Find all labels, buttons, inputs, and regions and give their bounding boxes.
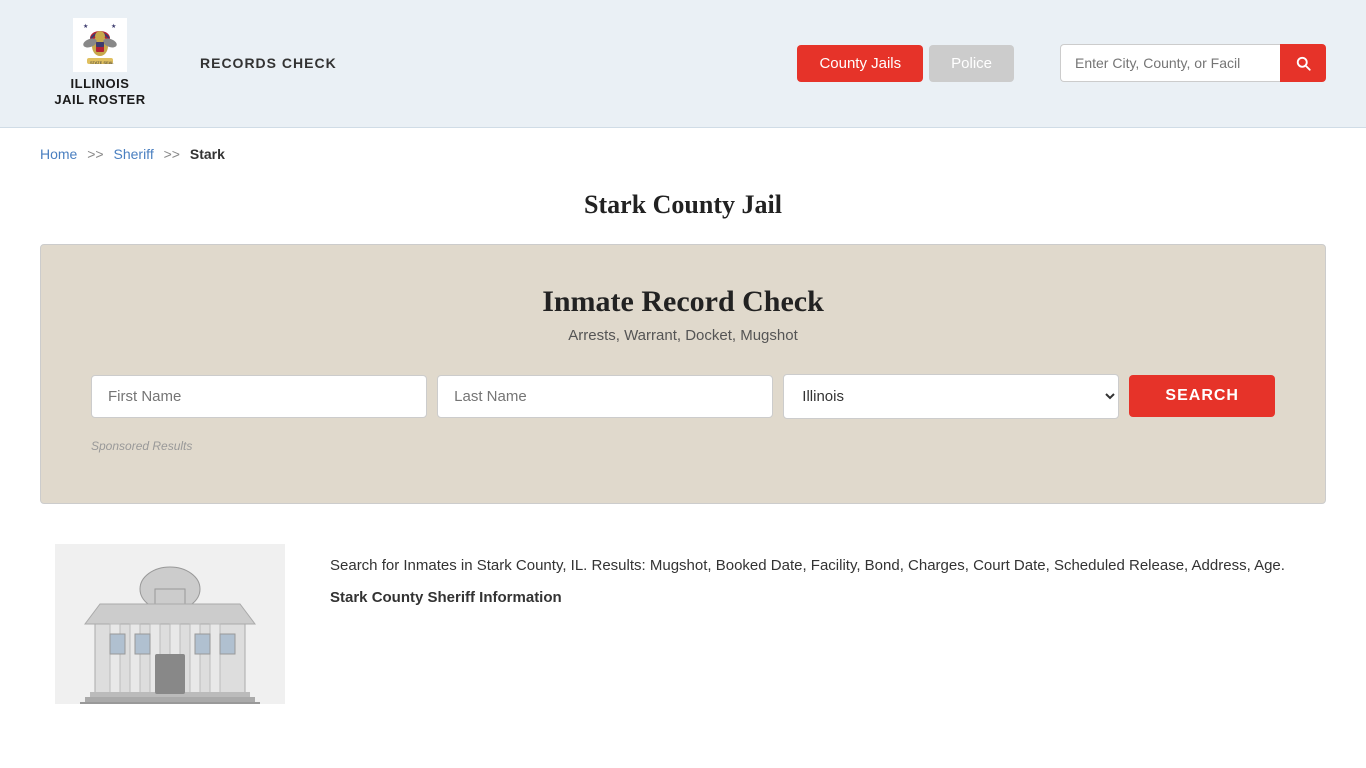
page-title: Stark County Jail: [0, 190, 1366, 220]
breadcrumb-current: Stark: [190, 146, 225, 162]
courthouse-svg: [55, 544, 285, 704]
header-search-button[interactable]: [1280, 44, 1326, 82]
site-header: ★ ★ STATE SEAL ILLINOISJAIL ROSTER RECOR…: [0, 0, 1366, 128]
breadcrumb-sep-2: >>: [164, 146, 180, 162]
svg-text:★: ★: [111, 23, 116, 30]
header-search-bar: [1060, 44, 1326, 82]
inmate-search-title: Inmate Record Check: [91, 285, 1275, 319]
inmate-search-section: Inmate Record Check Arrests, Warrant, Do…: [40, 244, 1326, 504]
inmate-search-fields: Illinois Alabama Alaska Arizona SEARCH: [91, 374, 1275, 419]
sponsored-label: Sponsored Results: [91, 439, 1275, 453]
search-icon: [1294, 54, 1312, 72]
header-search-input[interactable]: [1060, 44, 1280, 82]
bottom-sub-heading: Stark County Sheriff Information: [330, 586, 1326, 611]
breadcrumb: Home >> Sheriff >> Stark: [0, 128, 1366, 170]
site-logo[interactable]: ★ ★ STATE SEAL ILLINOISJAIL ROSTER: [40, 18, 160, 109]
logo-text: ILLINOISJAIL ROSTER: [54, 76, 145, 109]
svg-text:STATE SEAL: STATE SEAL: [90, 60, 114, 65]
breadcrumb-sheriff[interactable]: Sheriff: [114, 146, 154, 162]
inmate-search-subtitle: Arrests, Warrant, Docket, Mugshot: [91, 327, 1275, 344]
county-jails-button[interactable]: County Jails: [797, 45, 923, 82]
breadcrumb-sep-1: >>: [87, 146, 103, 162]
bottom-description: Search for Inmates in Stark County, IL. …: [330, 554, 1326, 579]
logo-flag-icon: ★ ★ STATE SEAL: [73, 18, 127, 72]
svg-text:★: ★: [83, 23, 88, 30]
police-button[interactable]: Police: [929, 45, 1014, 82]
bottom-section: Search for Inmates in Stark County, IL. …: [0, 534, 1366, 739]
bottom-description-area: Search for Inmates in Stark County, IL. …: [330, 544, 1326, 620]
breadcrumb-home[interactable]: Home: [40, 146, 77, 162]
nav-buttons: County Jails Police: [797, 45, 1014, 82]
state-select[interactable]: Illinois Alabama Alaska Arizona: [783, 374, 1119, 419]
records-check-link[interactable]: RECORDS CHECK: [200, 55, 337, 71]
first-name-input[interactable]: [91, 375, 427, 418]
courthouse-image: [40, 544, 300, 709]
last-name-input[interactable]: [437, 375, 773, 418]
inmate-search-button[interactable]: SEARCH: [1129, 375, 1275, 417]
